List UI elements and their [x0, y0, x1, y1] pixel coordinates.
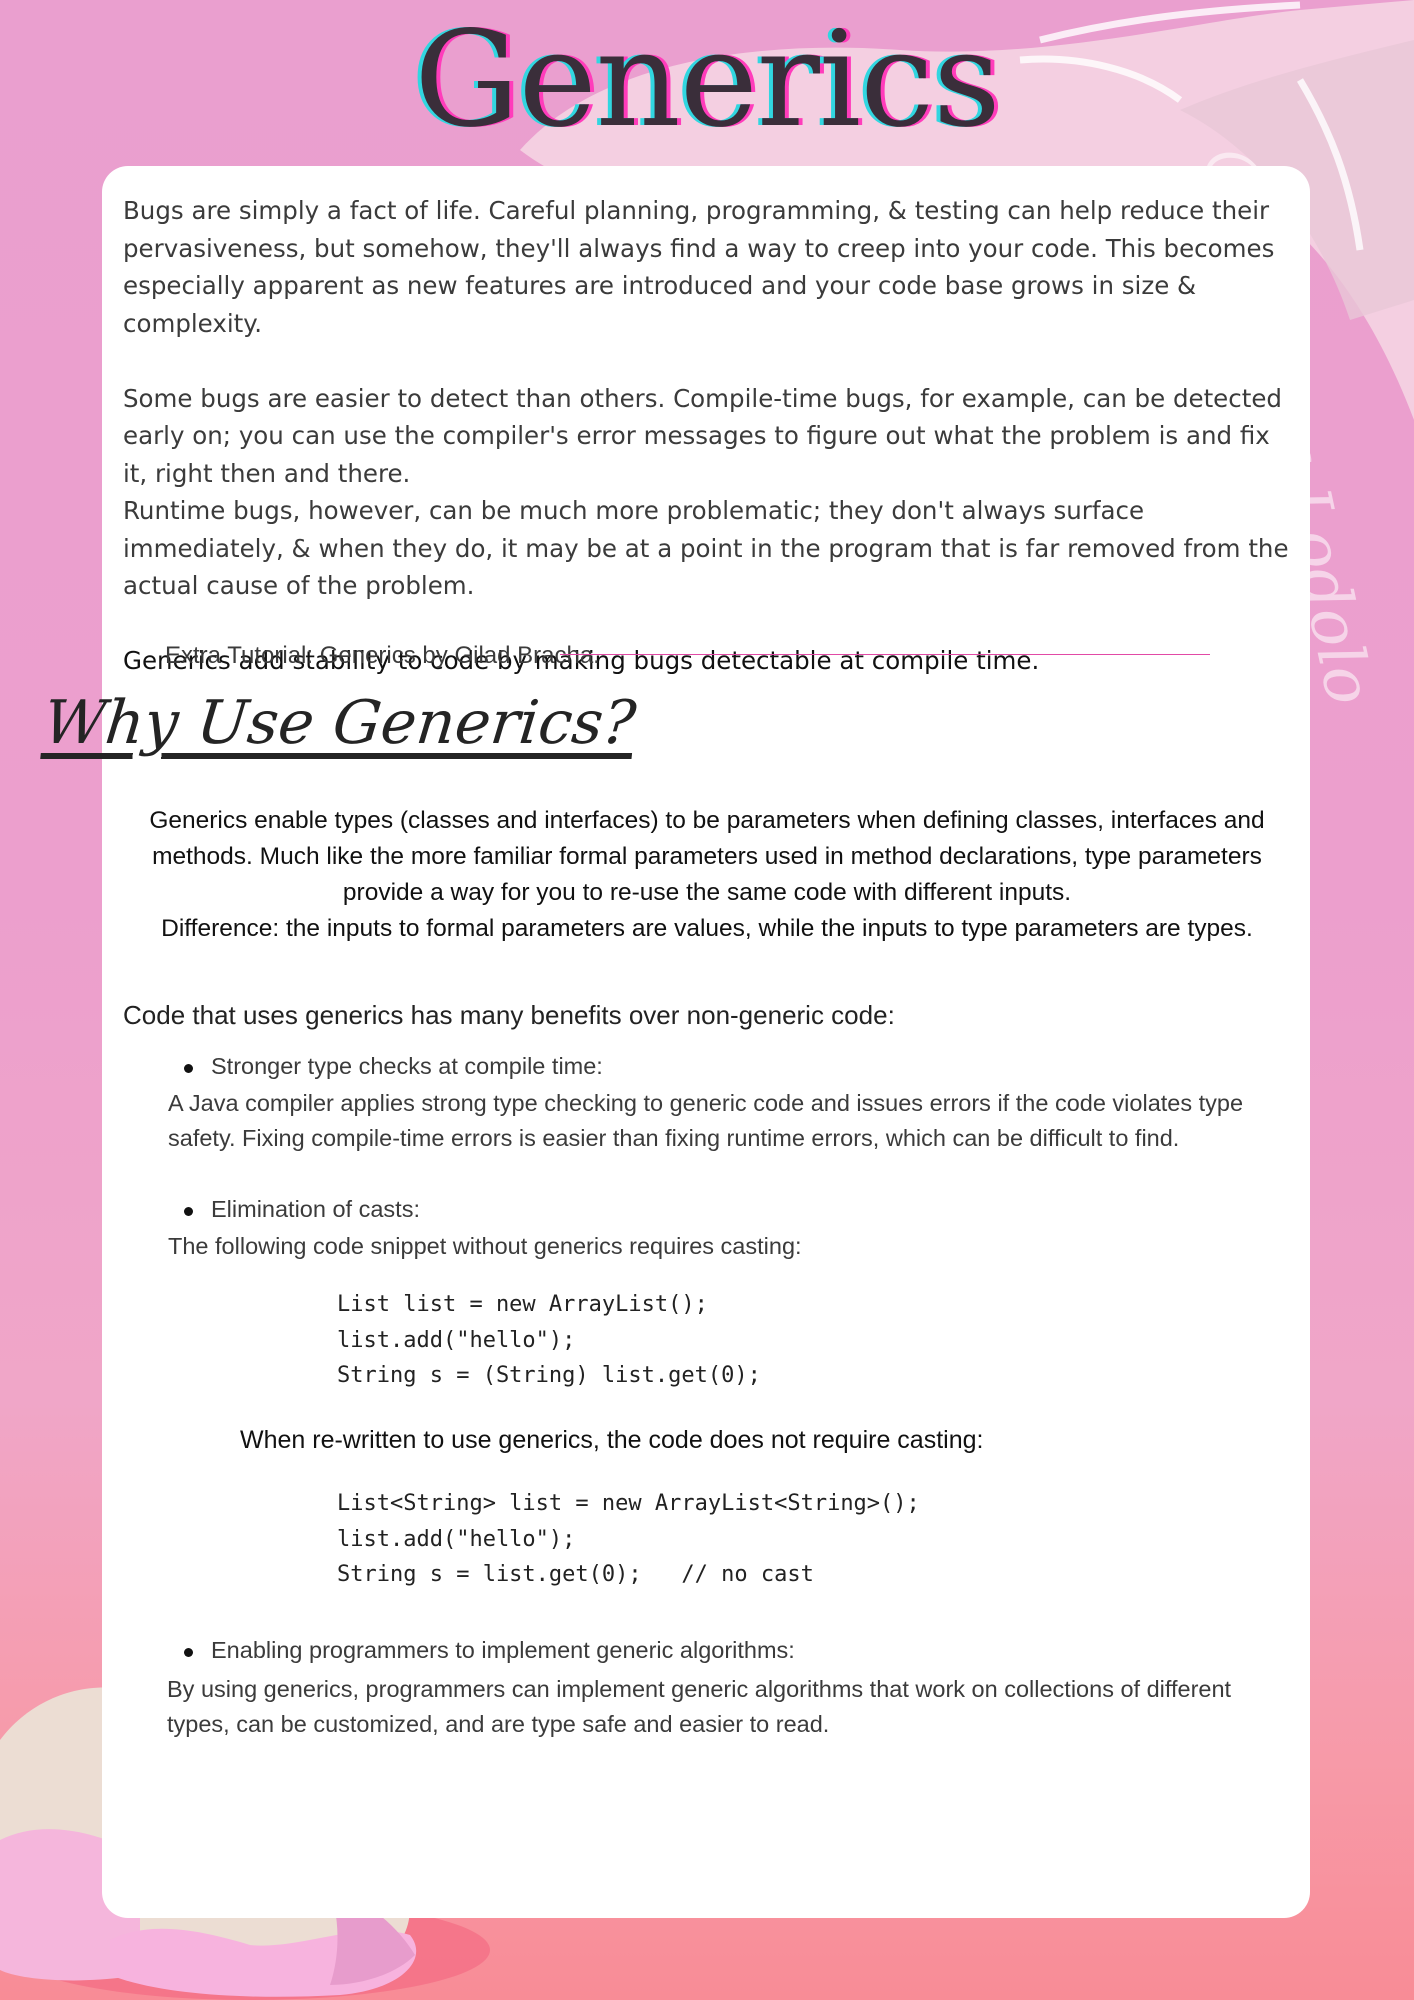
intro-paragraph-3: Runtime bugs, however, can be much more …: [123, 496, 1289, 600]
intro-section: Bugs are simply a fact of life. Careful …: [123, 192, 1293, 680]
benefit-text-type-checks: A Java compiler applies strong type chec…: [168, 1090, 1244, 1151]
benefit-title-casts: Elimination of casts:: [184, 1196, 420, 1222]
why-use-generics-heading: Why Use Generics?: [40, 688, 639, 758]
intro-paragraph-1: Bugs are simply a fact of life. Careful …: [123, 196, 1275, 338]
why-section: Generics enable types (classes and inter…: [112, 803, 1302, 947]
benefit-title-type-checks: Stronger type checks at compile time:: [184, 1053, 603, 1079]
benefit-title-algorithms: Enabling programmers to implement generi…: [184, 1637, 795, 1663]
divider-line: [560, 654, 1210, 655]
benefit-text-casts: The following code snippet without gener…: [168, 1233, 802, 1259]
page-title: Generics: [414, 3, 1001, 157]
why-paragraph-2: Difference: the inputs to formal paramet…: [161, 915, 1253, 942]
benefit-text-algorithms: By using generics, programmers can imple…: [167, 1676, 1232, 1737]
code-snippet-with-generics: List<String> list = new ArrayList<String…: [337, 1491, 920, 1587]
extra-tutorial-link[interactable]: Extra Tutorial: Generics by Gilad Bracha…: [165, 642, 600, 670]
code-snippet-without-generics: List list = new ArrayList(); list.add("h…: [337, 1292, 761, 1388]
why-paragraph-1: Generics enable types (classes and inter…: [149, 807, 1265, 906]
benefits-heading: Code that uses generics has many benefit…: [123, 1000, 895, 1030]
rewrite-note: When re-written to use generics, the cod…: [240, 1426, 984, 1454]
intro-paragraph-2: Some bugs are easier to detect than othe…: [123, 383, 1282, 488]
